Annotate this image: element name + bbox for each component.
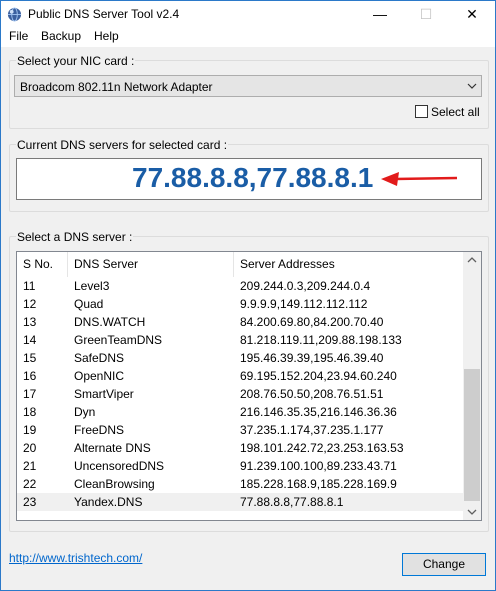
row-server-addresses: 209.244.0.3,209.244.0.4 bbox=[240, 279, 371, 293]
table-row[interactable]: 17 SmartViper 208.76.50.50,208.76.51.51 bbox=[17, 385, 463, 403]
app-globe-icon bbox=[7, 7, 22, 22]
list-header: S No. DNS Server Server Addresses bbox=[17, 252, 463, 277]
row-sno: 18 bbox=[23, 405, 37, 419]
row-dns-server: CleanBrowsing bbox=[74, 477, 155, 491]
row-dns-server: Level3 bbox=[74, 279, 110, 293]
chevron-down-icon bbox=[467, 83, 477, 89]
row-server-addresses: 84.200.69.80,84.200.70.40 bbox=[240, 315, 384, 329]
row-dns-server: DNS.WATCH bbox=[74, 315, 146, 329]
row-sno: 16 bbox=[23, 369, 37, 383]
column-header-sno[interactable]: S No. bbox=[17, 252, 68, 277]
dns-server-list[interactable]: S No. DNS Server Server Addresses 11 Leve… bbox=[16, 251, 482, 521]
menu-help[interactable]: Help bbox=[94, 29, 119, 43]
nic-group-label: Select your NIC card : bbox=[16, 54, 136, 68]
row-server-addresses: 216.146.35.35,216.146.36.36 bbox=[240, 405, 397, 419]
table-row[interactable]: 13 DNS.WATCH 84.200.69.80,84.200.70.40 bbox=[17, 313, 463, 331]
row-dns-server: SmartViper bbox=[74, 387, 134, 401]
select-all-checkbox[interactable] bbox=[415, 105, 428, 118]
nic-select[interactable]: Broadcom 802.11n Network Adapter bbox=[14, 75, 482, 97]
menu-backup[interactable]: Backup bbox=[41, 29, 81, 43]
row-server-addresses: 185.228.168.9,185.228.169.9 bbox=[240, 477, 397, 491]
row-dns-server: Dyn bbox=[74, 405, 96, 419]
row-sno: 15 bbox=[23, 351, 37, 365]
scroll-down-icon[interactable] bbox=[463, 503, 481, 520]
current-dns-box: 77.88.8.8,77.88.8.1 bbox=[16, 158, 482, 200]
list-rows: 11 Level3 209.244.0.3,209.244.0.4 12 Quad 9.9… bbox=[17, 277, 463, 511]
table-row[interactable]: 22 CleanBrowsing 185.228.168.9,185.228.169… bbox=[17, 475, 463, 493]
scroll-up-icon[interactable] bbox=[463, 252, 481, 269]
row-dns-server: Alternate DNS bbox=[74, 441, 151, 455]
current-dns-value: 77.88.8.8,77.88.8.1 bbox=[132, 162, 374, 193]
menu-bar: File Backup Help bbox=[1, 27, 495, 47]
table-row[interactable]: 16 OpenNIC 69.195.152.204,23.94.60.240 bbox=[17, 367, 463, 385]
table-row[interactable]: 20 Alternate DNS 198.101.242.72,23.253.163… bbox=[17, 439, 463, 457]
close-button[interactable]: ✕ bbox=[449, 1, 495, 27]
row-server-addresses: 208.76.50.50,208.76.51.51 bbox=[240, 387, 384, 401]
table-row[interactable]: 19 FreeDNS 37.235.1.174,37.235.1.177 bbox=[17, 421, 463, 439]
row-dns-server: Quad bbox=[74, 297, 104, 311]
row-server-addresses: 37.235.1.174,37.235.1.177 bbox=[240, 423, 384, 437]
row-sno: 23 bbox=[23, 495, 37, 509]
row-server-addresses: 9.9.9.9,149.112.112.112 bbox=[240, 297, 368, 311]
maximize-button[interactable]: ☐ bbox=[403, 1, 449, 27]
dns-list-label: Select a DNS server : bbox=[16, 230, 134, 244]
window-title: Public DNS Server Tool v2.4 bbox=[28, 7, 180, 21]
list-scrollbar[interactable] bbox=[463, 252, 481, 520]
row-sno: 17 bbox=[23, 387, 37, 401]
nic-select-value: Broadcom 802.11n Network Adapter bbox=[20, 80, 213, 94]
row-sno: 12 bbox=[23, 297, 37, 311]
table-row[interactable]: 11 Level3 209.244.0.3,209.244.0.4 bbox=[17, 277, 463, 295]
row-dns-server: GreenTeamDNS bbox=[74, 333, 163, 347]
row-sno: 21 bbox=[23, 459, 37, 473]
table-row[interactable]: 21 UncensoredDNS 91.239.100.100,89.233.43.… bbox=[17, 457, 463, 475]
row-sno: 22 bbox=[23, 477, 37, 491]
row-dns-server: OpenNIC bbox=[74, 369, 125, 383]
row-dns-server: UncensoredDNS bbox=[74, 459, 165, 473]
row-sno: 14 bbox=[23, 333, 37, 347]
row-server-addresses: 81.218.119.11,209.88.198.133 bbox=[240, 333, 402, 347]
row-sno: 19 bbox=[23, 423, 37, 437]
row-server-addresses: 198.101.242.72,23.253.163.53 bbox=[240, 441, 404, 455]
website-link[interactable]: http://www.trishtech.com/ bbox=[9, 551, 142, 565]
table-row[interactable]: 18 Dyn 216.146.35.35,216.146.36.36 bbox=[17, 403, 463, 421]
row-sno: 11 bbox=[23, 279, 36, 293]
minimize-button[interactable]: — bbox=[357, 1, 403, 27]
row-dns-server: FreeDNS bbox=[74, 423, 125, 437]
row-sno: 13 bbox=[23, 315, 37, 329]
app-window: Public DNS Server Tool v2.4 — ☐ ✕ File B… bbox=[0, 0, 496, 591]
column-header-dns-server[interactable]: DNS Server bbox=[68, 252, 234, 277]
change-button[interactable]: Change bbox=[402, 553, 486, 576]
row-server-addresses: 195.46.39.39,195.46.39.40 bbox=[240, 351, 384, 365]
table-row[interactable]: 23 Yandex.DNS 77.88.8.8,77.88.8.1 bbox=[17, 493, 463, 511]
row-server-addresses: 91.239.100.100,89.233.43.71 bbox=[240, 459, 397, 473]
scrollbar-thumb[interactable] bbox=[464, 369, 480, 501]
row-server-addresses: 69.195.152.204,23.94.60.240 bbox=[240, 369, 397, 383]
row-dns-server: SafeDNS bbox=[74, 351, 125, 365]
arrow-left-icon bbox=[381, 172, 458, 186]
row-sno: 20 bbox=[23, 441, 37, 455]
row-server-addresses: 77.88.8.8,77.88.8.1 bbox=[240, 495, 344, 509]
current-dns-label: Current DNS servers for selected card : bbox=[16, 138, 229, 152]
column-header-server-addresses[interactable]: Server Addresses bbox=[234, 252, 463, 277]
table-row[interactable]: 14 GreenTeamDNS 81.218.119.11,209.88.198.1… bbox=[17, 331, 463, 349]
select-all-label[interactable]: Select all bbox=[431, 105, 480, 119]
row-dns-server: Yandex.DNS bbox=[74, 495, 143, 509]
table-row[interactable]: 12 Quad 9.9.9.9,149.112.112.112 bbox=[17, 295, 463, 313]
title-bar[interactable]: Public DNS Server Tool v2.4 — ☐ ✕ bbox=[1, 1, 495, 27]
table-row[interactable]: 15 SafeDNS 195.46.39.39,195.46.39.40 bbox=[17, 349, 463, 367]
menu-file[interactable]: File bbox=[9, 29, 28, 43]
